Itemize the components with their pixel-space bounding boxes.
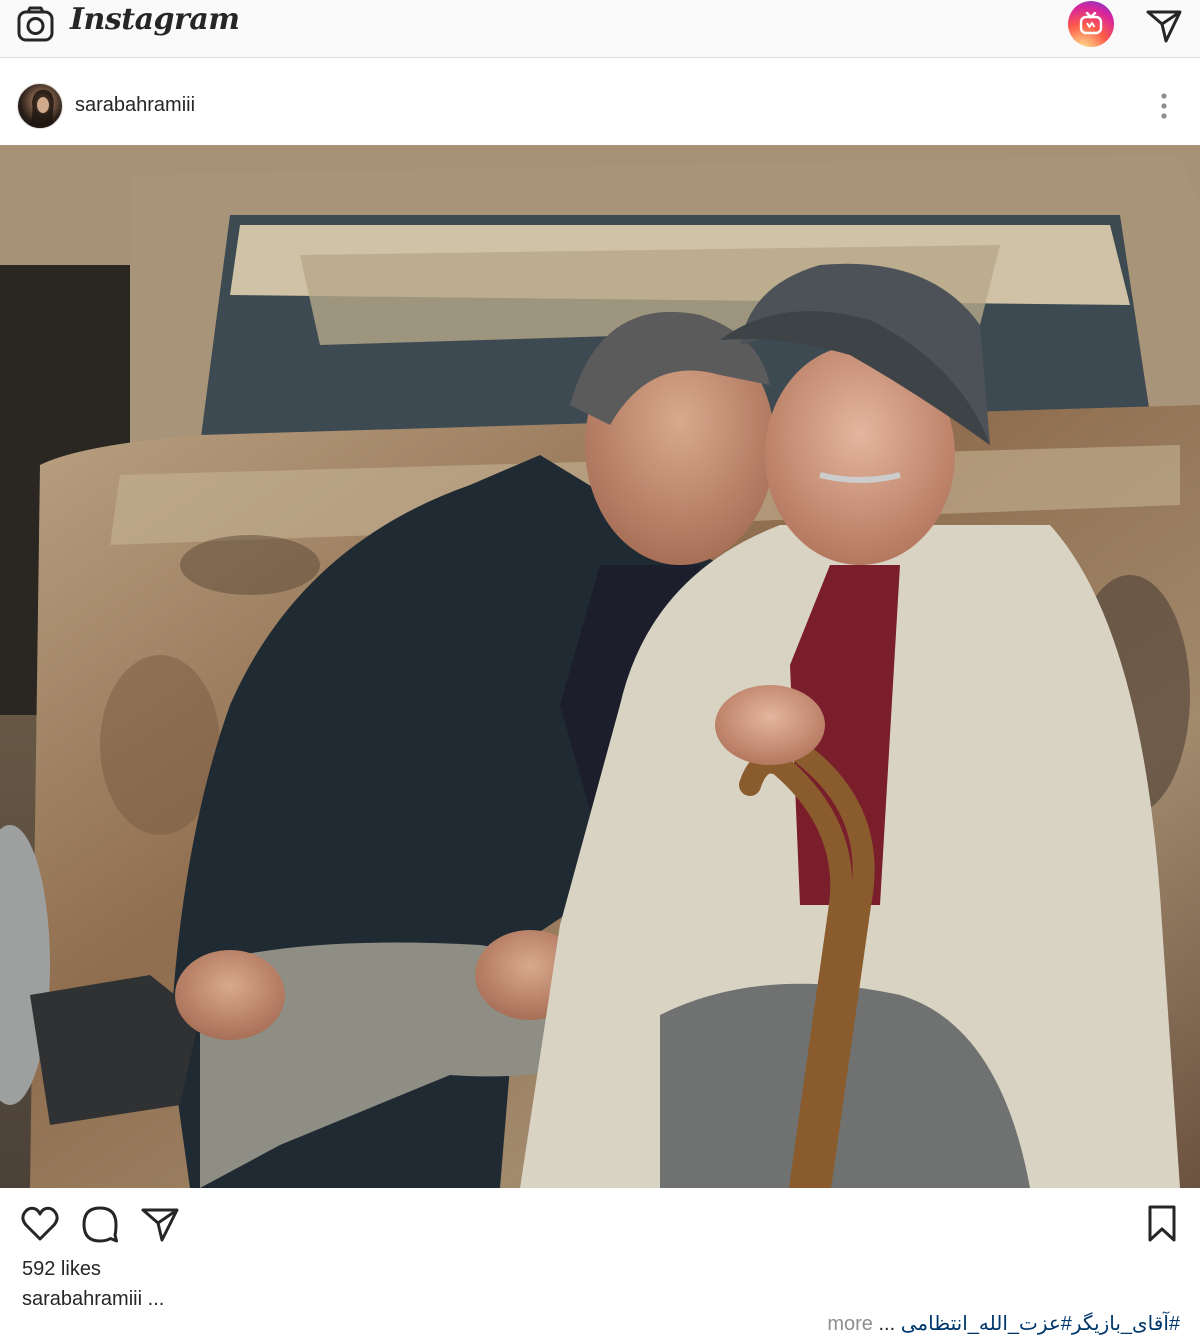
- heart-icon[interactable]: [20, 1204, 60, 1244]
- top-navigation-bar: Instagram: [0, 0, 1200, 58]
- more-options-icon[interactable]: [1152, 91, 1176, 121]
- post-photo[interactable]: [0, 145, 1200, 1188]
- direct-message-icon[interactable]: [1144, 4, 1184, 44]
- bookmark-icon[interactable]: [1142, 1204, 1182, 1244]
- avatar[interactable]: [17, 83, 63, 129]
- post-username[interactable]: sarabahramiii: [75, 94, 195, 117]
- camera-icon[interactable]: [16, 5, 56, 45]
- comment-icon[interactable]: [80, 1204, 120, 1244]
- post-actions: [0, 1188, 1200, 1260]
- share-icon[interactable]: [140, 1204, 180, 1244]
- likes-count[interactable]: 592 likes: [22, 1258, 101, 1281]
- caption-ellipsis: ...: [878, 1313, 896, 1335]
- caption-hashtags: #آقای_بازیگر#عزت_الله_انتظامی ... more: [827, 1311, 1180, 1336]
- hashtag-links[interactable]: #آقای_بازیگر#عزت_الله_انتظامی: [901, 1313, 1180, 1335]
- caption-username[interactable]: sarabahramiii ...: [22, 1288, 164, 1311]
- post-header: sarabahramiii: [0, 59, 1200, 145]
- instagram-logo[interactable]: Instagram: [70, 2, 240, 37]
- igtv-icon[interactable]: [1068, 1, 1114, 47]
- more-link[interactable]: more: [827, 1313, 873, 1335]
